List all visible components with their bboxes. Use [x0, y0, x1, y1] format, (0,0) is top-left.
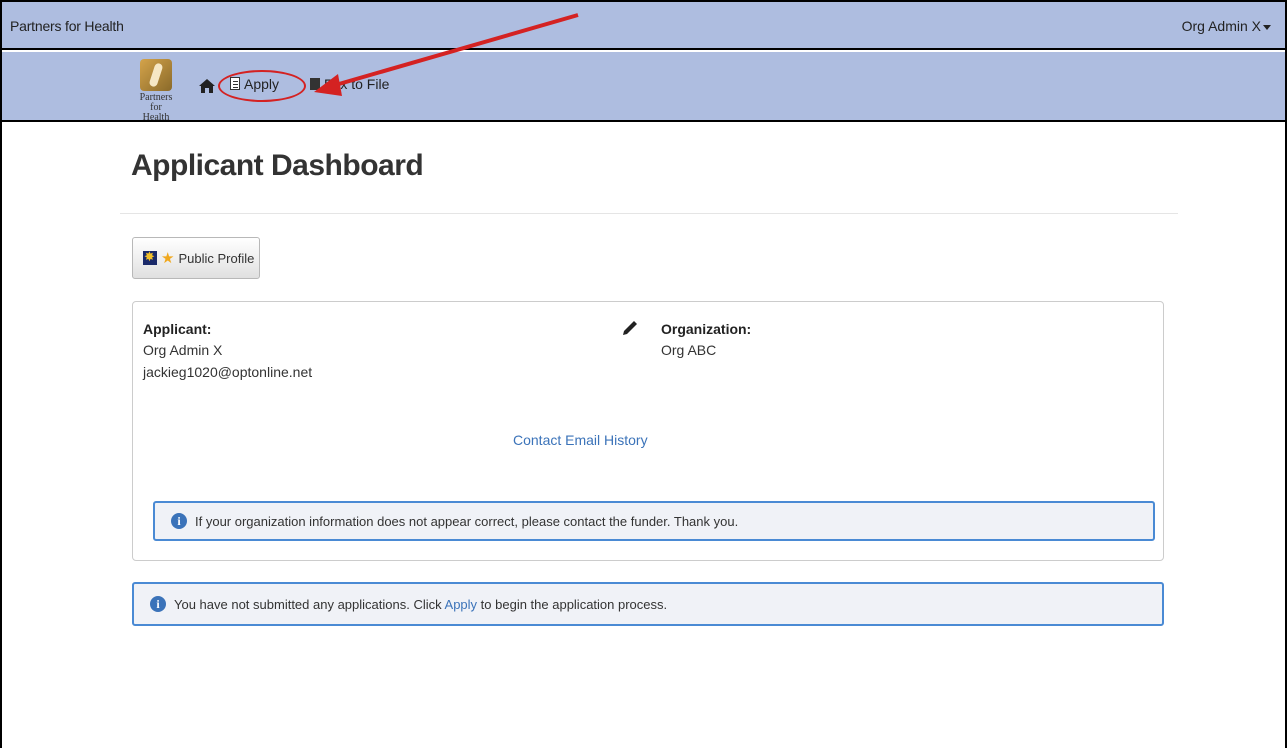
- page-title: Applicant Dashboard: [131, 149, 424, 182]
- home-icon[interactable]: [198, 78, 216, 94]
- nav-apply-link[interactable]: Apply: [230, 76, 279, 92]
- notice-text-before: You have not submitted any applications.…: [174, 596, 445, 612]
- nav-fax-label: Fax to File: [324, 76, 390, 92]
- no-applications-text: You have not submitted any applications.…: [174, 597, 667, 612]
- caret-down-icon: [1263, 24, 1271, 30]
- top-bar: Partners for Health Org Admin X: [2, 2, 1285, 50]
- brand-link[interactable]: Partners for Health: [10, 18, 124, 34]
- org-info-text: If your organization information does no…: [195, 513, 739, 529]
- partners-logo[interactable]: Partners for Health: [136, 59, 176, 123]
- file-icon: [230, 77, 240, 90]
- applicant-label: Applicant:: [143, 321, 212, 337]
- apply-inline-link[interactable]: Apply: [445, 597, 478, 612]
- public-profile-button[interactable]: ★ Public Profile: [132, 237, 260, 279]
- organization-name: Org ABC: [661, 342, 717, 358]
- title-divider: [120, 213, 1178, 214]
- main-navbar: Partners for Health Apply Fax to File: [2, 52, 1285, 123]
- org-info-alert: i If your organization information does …: [153, 501, 1155, 541]
- star-icon: ★: [161, 249, 175, 267]
- browser-frame: Partners for Health Org Admin X Partners…: [0, 0, 1287, 748]
- info-icon: i: [150, 596, 166, 612]
- logo-text-line2: for Health: [142, 102, 170, 123]
- notice-text-after: to begin the application process.: [477, 596, 668, 612]
- organization-label: Organization:: [661, 321, 752, 337]
- nav-fax-link[interactable]: Fax to File: [310, 76, 389, 92]
- logo-text: Partners for Health: [136, 93, 176, 123]
- applicant-panel: Applicant: Org Admin X jackieg1020@opton…: [132, 301, 1164, 561]
- user-menu-label: Org Admin X: [1181, 18, 1261, 34]
- pencil-icon[interactable]: [622, 320, 638, 336]
- badge-icon: [143, 249, 157, 265]
- no-applications-alert: i You have not submitted any application…: [132, 582, 1164, 626]
- applicant-email: jackieg1020@optonline.net: [143, 364, 313, 380]
- nav-apply-label: Apply: [244, 76, 280, 92]
- user-menu-dropdown[interactable]: Org Admin X: [1182, 18, 1271, 34]
- public-profile-label: Public Profile: [178, 250, 255, 266]
- logo-mark-icon: [140, 59, 172, 91]
- applicant-name: Org Admin X: [143, 342, 223, 358]
- info-icon: i: [171, 513, 187, 529]
- contact-email-history-link[interactable]: Contact Email History: [513, 432, 648, 448]
- fax-icon: [310, 78, 320, 90]
